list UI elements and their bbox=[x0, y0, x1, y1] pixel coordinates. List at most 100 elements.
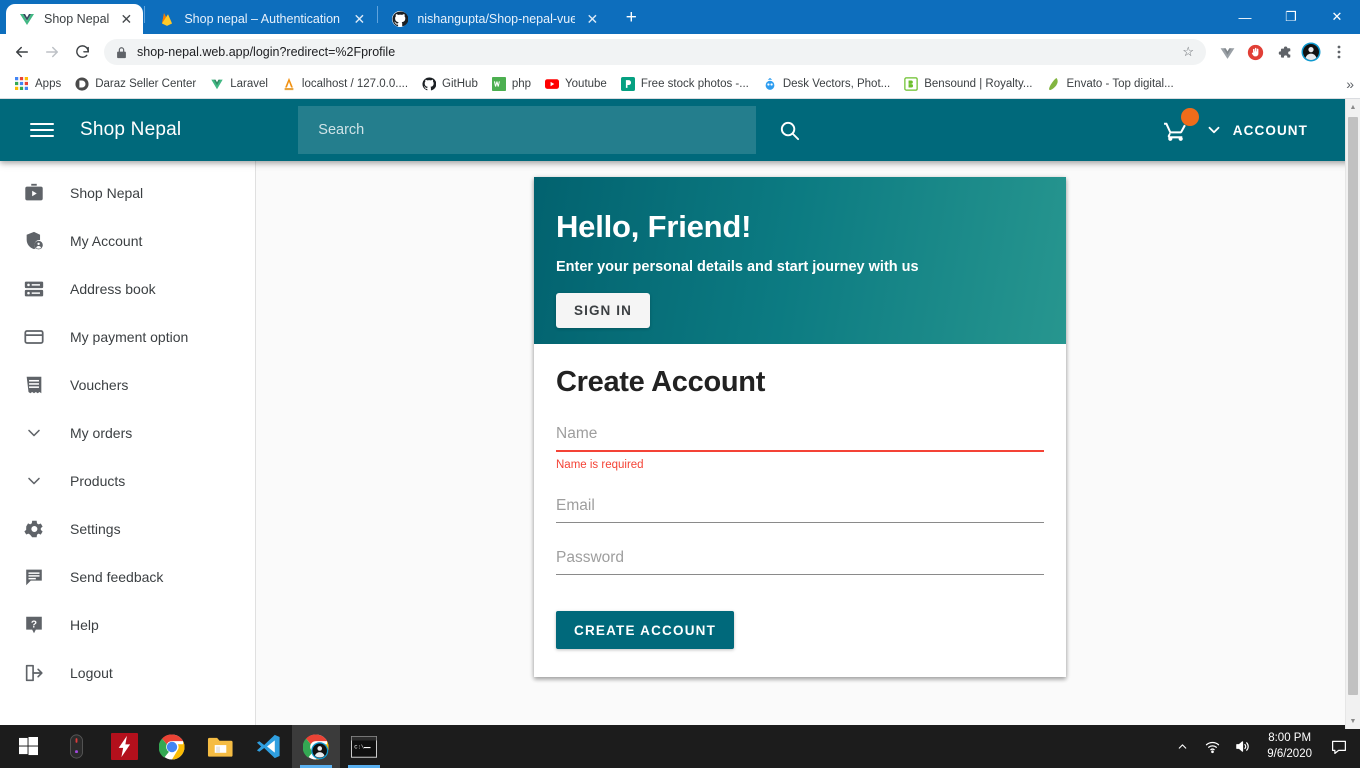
create-account-form: Create Account Name is required CREATE A… bbox=[534, 344, 1066, 677]
notification-icon[interactable] bbox=[1322, 725, 1356, 768]
start-button[interactable] bbox=[4, 725, 52, 768]
sidebar-item-send-feedback[interactable]: Send feedback bbox=[0, 553, 255, 601]
new-tab-button[interactable]: + bbox=[617, 4, 645, 32]
bookmark-label: Daraz Seller Center bbox=[95, 78, 197, 90]
bookmark-laravel[interactable]: Laravel bbox=[203, 74, 275, 94]
bookmark-github[interactable]: GitHub bbox=[415, 74, 485, 94]
youtube-icon bbox=[545, 77, 560, 91]
mouse-software-icon[interactable] bbox=[52, 725, 100, 768]
vscode-icon[interactable] bbox=[244, 725, 292, 768]
name-input[interactable] bbox=[556, 425, 1044, 452]
firebase-icon bbox=[159, 11, 175, 27]
browser-tab-2[interactable]: nishangupta/Shop-nepal-vuex-fi ✕ bbox=[379, 4, 609, 34]
sidebar-item-shop-nepal[interactable]: Shop Nepal bbox=[0, 169, 255, 217]
bookmark-youtube[interactable]: Youtube bbox=[538, 74, 614, 94]
sidebar-item-my-account[interactable]: My Account bbox=[0, 217, 255, 265]
tab-strip: Shop Nepal ✕ Shop nepal – Authentication… bbox=[0, 0, 1360, 34]
sidebar-item-label: Vouchers bbox=[70, 377, 129, 393]
scroll-down-arrow-icon[interactable]: ▼ bbox=[1346, 713, 1360, 729]
sidebar-item-label: Products bbox=[70, 473, 126, 489]
password-input[interactable] bbox=[556, 549, 1044, 575]
search-icon[interactable] bbox=[766, 107, 812, 153]
scrollbar-thumb[interactable] bbox=[1348, 117, 1358, 695]
chrome-icon[interactable] bbox=[148, 725, 196, 768]
close-icon[interactable]: ✕ bbox=[351, 12, 367, 26]
forward-icon[interactable] bbox=[38, 38, 66, 66]
sidebar-item-label: Shop Nepal bbox=[70, 185, 144, 201]
adblock-icon[interactable] bbox=[1242, 39, 1268, 65]
shopping-cart-icon[interactable] bbox=[1161, 108, 1199, 145]
create-account-button[interactable]: CREATE ACCOUNT bbox=[556, 611, 735, 649]
page-scrollbar[interactable]: ▲ ▼ bbox=[1345, 99, 1360, 729]
bookmark-label: Youtube bbox=[565, 78, 607, 90]
sidebar: Shop Nepal My Account Address book My pa… bbox=[0, 161, 256, 729]
card-hero-panel: Hello, Friend! Enter your personal detai… bbox=[534, 177, 1066, 344]
search-input[interactable]: Search bbox=[298, 106, 757, 154]
vue-devtools-icon[interactable] bbox=[1214, 39, 1240, 65]
bookmark-envato[interactable]: Envato - Top digital... bbox=[1040, 74, 1181, 94]
form-title: Create Account bbox=[556, 366, 766, 398]
daraz-icon bbox=[75, 77, 89, 91]
address-bar[interactable]: shop-nepal.web.app/login?redirect=%2Fpro… bbox=[104, 39, 1206, 65]
browser-tab-0[interactable]: Shop Nepal ✕ bbox=[6, 4, 144, 34]
profile-avatar-icon[interactable] bbox=[1298, 39, 1324, 65]
reload-icon[interactable] bbox=[68, 38, 96, 66]
sidebar-item-logout[interactable]: Logout bbox=[0, 649, 255, 697]
account-menu[interactable]: ACCOUNT bbox=[1205, 121, 1308, 139]
bookmark-free-stock-photos[interactable]: Free stock photos -... bbox=[614, 74, 756, 94]
sidebar-item-my-payment-option[interactable]: My payment option bbox=[0, 313, 255, 361]
tab-separator bbox=[144, 5, 146, 23]
bookmark-daraz-seller-center[interactable]: Daraz Seller Center bbox=[68, 74, 203, 94]
chevron-down-icon bbox=[12, 471, 56, 491]
back-icon[interactable] bbox=[8, 38, 36, 66]
sign-in-button[interactable]: SIGN IN bbox=[556, 293, 650, 328]
bookmark-bensound[interactable]: Bensound | Royalty... bbox=[897, 74, 1039, 94]
sidebar-item-label: My payment option bbox=[70, 329, 189, 345]
speaker-icon[interactable] bbox=[1227, 725, 1257, 768]
sidebar-item-products[interactable]: Products bbox=[0, 457, 255, 505]
app-header-actions: ACCOUNT bbox=[1161, 108, 1344, 145]
sidebar-item-settings[interactable]: Settings bbox=[0, 505, 255, 553]
bookmarks-overflow-icon[interactable]: » bbox=[1346, 76, 1354, 92]
clock-date: 9/6/2020 bbox=[1267, 747, 1312, 760]
bookmark-apps[interactable]: Apps bbox=[8, 74, 68, 94]
svg-text:C:\: C:\ bbox=[354, 743, 365, 750]
cart-badge bbox=[1180, 108, 1199, 126]
file-explorer-icon[interactable] bbox=[196, 725, 244, 768]
account-label: ACCOUNT bbox=[1232, 122, 1308, 138]
bookmark-localhost[interactable]: localhost / 127.0.0.... bbox=[275, 74, 415, 94]
chrome-menu-icon[interactable] bbox=[1326, 39, 1352, 65]
tray-chevron-up-icon[interactable] bbox=[1167, 725, 1197, 768]
puzzle-extensions-icon[interactable] bbox=[1270, 39, 1296, 65]
minimize-button[interactable]: — bbox=[1222, 0, 1268, 34]
star-icon[interactable]: ☆ bbox=[1182, 44, 1194, 60]
wifi-icon[interactable] bbox=[1197, 725, 1227, 768]
chrome-active-icon[interactable] bbox=[292, 725, 340, 768]
bookmark-php[interactable]: php bbox=[485, 74, 538, 94]
browser-toolbar: shop-nepal.web.app/login?redirect=%2Fpro… bbox=[0, 34, 1360, 70]
bookmark-label: Laravel bbox=[230, 78, 268, 90]
credit-card-icon bbox=[12, 326, 56, 348]
bookmark-label: localhost / 127.0.0.... bbox=[301, 78, 409, 90]
sidebar-item-address-book[interactable]: Address book bbox=[0, 265, 255, 313]
hamburger-menu-icon[interactable] bbox=[22, 110, 62, 150]
email-input[interactable] bbox=[556, 497, 1044, 523]
sidebar-item-help[interactable]: ? Help bbox=[0, 601, 255, 649]
bookmark-desk-vectors[interactable]: Desk Vectors, Phot... bbox=[756, 74, 897, 94]
close-window-button[interactable]: ✕ bbox=[1314, 0, 1360, 34]
tab-separator bbox=[377, 5, 379, 23]
taskbar-clock[interactable]: 8:00 PM 9/6/2020 bbox=[1257, 725, 1322, 768]
bookmark-label: php bbox=[511, 78, 532, 90]
scroll-up-arrow-icon[interactable]: ▲ bbox=[1346, 99, 1360, 115]
browser-tab-1[interactable]: Shop nepal – Authentication – Fi ✕ bbox=[146, 4, 376, 34]
close-icon[interactable]: ✕ bbox=[118, 12, 134, 26]
maximize-button[interactable]: ❐ bbox=[1268, 0, 1314, 34]
antivirus-icon[interactable] bbox=[100, 725, 148, 768]
github-icon bbox=[422, 77, 437, 91]
sidebar-item-vouchers[interactable]: Vouchers bbox=[0, 361, 255, 409]
close-icon[interactable]: ✕ bbox=[584, 12, 600, 26]
phpmyadmin-icon bbox=[282, 77, 296, 91]
help-icon: ? bbox=[12, 614, 56, 636]
sidebar-item-my-orders[interactable]: My orders bbox=[0, 409, 255, 457]
terminal-icon[interactable]: C:\ bbox=[340, 725, 388, 768]
